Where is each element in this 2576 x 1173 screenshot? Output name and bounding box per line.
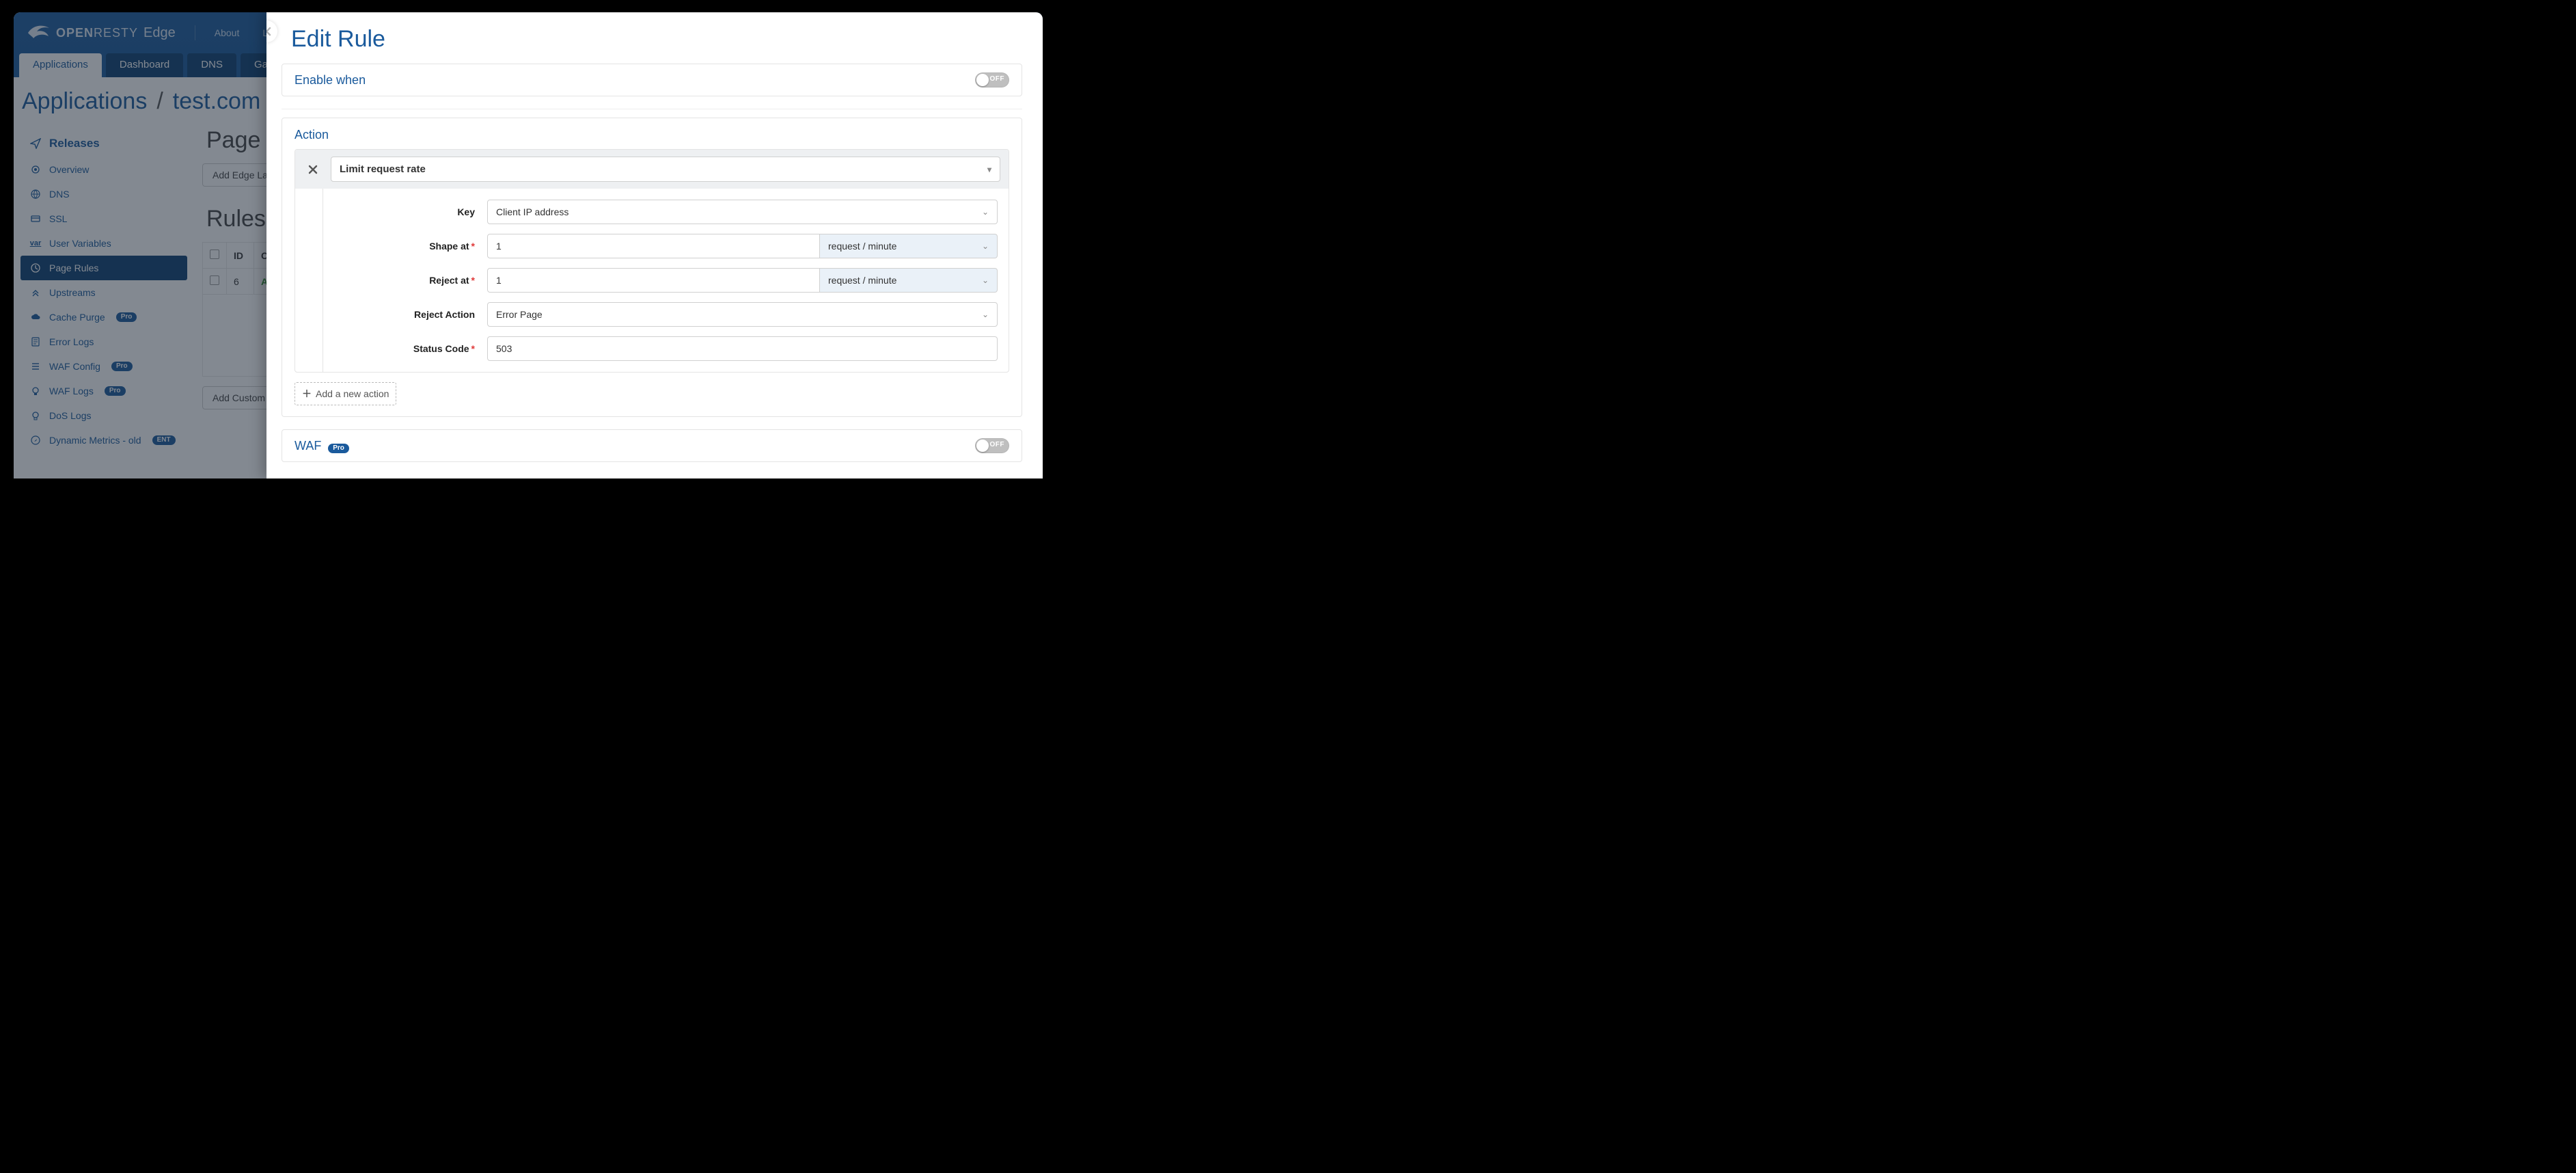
- modal-title: Edit Rule: [266, 21, 1043, 64]
- shape-at-label: Shape at: [429, 241, 469, 252]
- reject-at-input[interactable]: [487, 268, 820, 293]
- action-type-select[interactable]: Limit request rate ▾: [331, 157, 1000, 182]
- key-select[interactable]: Client IP address ⌄: [487, 200, 998, 224]
- app-window: OPENRESTY Edge About Licenses Applicatio…: [14, 12, 1043, 478]
- key-label: Key: [457, 206, 475, 217]
- shape-at-unit-select[interactable]: request / minute ⌄: [820, 234, 998, 258]
- action-title: Action: [294, 128, 1009, 142]
- enable-when-title: Enable when: [294, 73, 366, 87]
- reject-at-unit-select[interactable]: request / minute ⌄: [820, 268, 998, 293]
- waf-toggle[interactable]: OFF: [975, 438, 1009, 453]
- waf-title: WAF: [294, 439, 321, 453]
- plus-icon: ＋: [302, 387, 312, 401]
- remove-action-icon[interactable]: [303, 160, 323, 179]
- caret-down-icon: ⌄: [982, 207, 989, 217]
- reject-at-label: Reject at: [429, 275, 469, 286]
- enable-when-card: Enable when OFF: [282, 64, 1022, 96]
- edit-rule-modal: Edit Rule Enable when OFF Action: [266, 12, 1043, 478]
- caret-down-icon: ▾: [987, 165, 991, 174]
- caret-down-icon: ⌄: [982, 275, 989, 285]
- status-code-input[interactable]: [487, 336, 998, 361]
- status-code-label: Status Code: [413, 343, 469, 354]
- action-card: Action Limit request rate ▾: [282, 118, 1022, 417]
- waf-card: WAF Pro OFF: [282, 429, 1022, 462]
- pro-badge: Pro: [328, 444, 349, 453]
- action-block: Limit request rate ▾ Key Client IP addre…: [294, 149, 1009, 373]
- reject-action-label: Reject Action: [414, 309, 475, 320]
- enable-when-toggle[interactable]: OFF: [975, 72, 1009, 87]
- shape-at-input[interactable]: [487, 234, 820, 258]
- caret-down-icon: ⌄: [982, 241, 989, 251]
- reject-action-select[interactable]: Error Page ⌄: [487, 302, 998, 327]
- add-new-action-button[interactable]: ＋ Add a new action: [294, 382, 396, 405]
- caret-down-icon: ⌄: [982, 310, 989, 319]
